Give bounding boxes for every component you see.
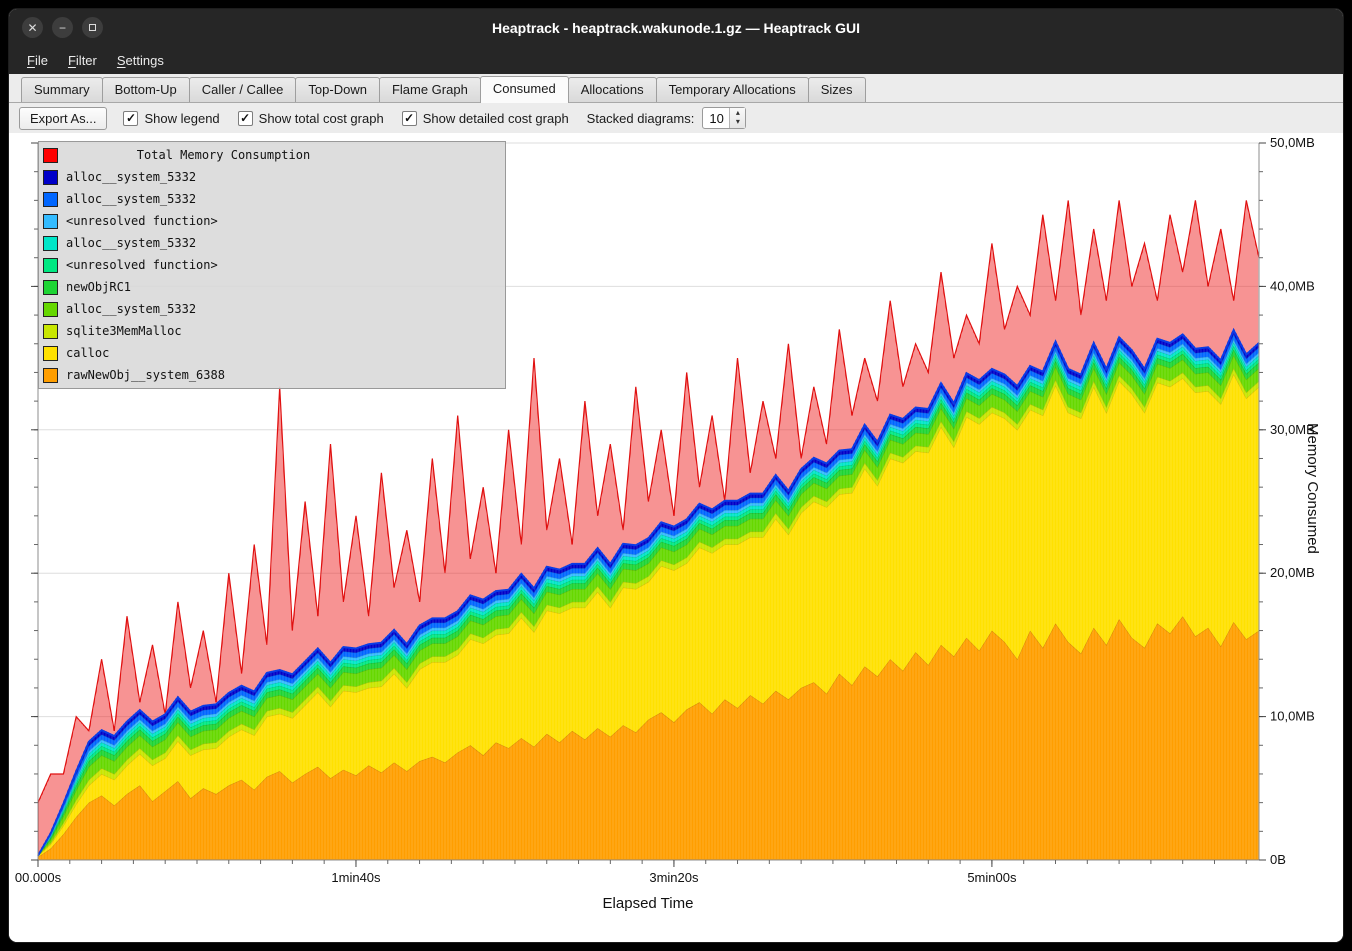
legend-swatch	[43, 170, 58, 185]
legend-title-swatch	[43, 148, 58, 163]
y-axis-title: Memory Consumed	[1304, 423, 1321, 554]
legend-label: calloc	[66, 346, 109, 360]
legend-swatch	[43, 302, 58, 317]
legend-item: alloc__system_5332	[43, 166, 501, 188]
legend-swatch	[43, 258, 58, 273]
legend-item: <unresolved function>	[43, 210, 501, 232]
legend-item: alloc__system_5332	[43, 188, 501, 210]
menu-bar: FileFilterSettings	[9, 46, 1343, 74]
tab-bottom-up[interactable]: Bottom-Up	[102, 77, 190, 102]
stacked-diagrams-label: Stacked diagrams:	[587, 111, 695, 126]
tab-caller-callee[interactable]: Caller / Callee	[189, 77, 297, 102]
legend-item: calloc	[43, 342, 501, 364]
checkbox-icon: ✓	[238, 111, 253, 126]
window-title: Heaptrack - heaptrack.wakunode.1.gz — He…	[492, 20, 860, 36]
menu-filter[interactable]: Filter	[58, 49, 107, 72]
y-tick-label: 0B	[1270, 852, 1286, 867]
y-tick-label: 20,0MB	[1270, 565, 1315, 580]
x-tick-label: 00.000s	[15, 870, 62, 885]
legend-swatch	[43, 324, 58, 339]
legend-swatch	[43, 346, 58, 361]
maximize-icon	[89, 24, 96, 31]
legend-label: alloc__system_5332	[66, 170, 196, 184]
legend-label: <unresolved function>	[66, 258, 218, 272]
tab-sizes[interactable]: Sizes	[808, 77, 866, 102]
maximize-button[interactable]	[82, 17, 103, 38]
legend-label: <unresolved function>	[66, 214, 218, 228]
legend-swatch	[43, 192, 58, 207]
stacked-diagrams-spinner[interactable]: 10 ▴ ▾	[702, 107, 746, 129]
legend-title: Total Memory Consumption	[66, 148, 381, 162]
x-tick-label: 3min20s	[649, 870, 699, 885]
legend-item: sqlite3MemMalloc	[43, 320, 501, 342]
checkbox-icon: ✓	[402, 111, 417, 126]
tab-flame-graph[interactable]: Flame Graph	[379, 77, 481, 102]
spinner-buttons: ▴ ▾	[729, 108, 745, 128]
tab-consumed[interactable]: Consumed	[480, 76, 569, 103]
menu-settings[interactable]: Settings	[107, 49, 174, 72]
minimize-icon: −	[59, 22, 66, 34]
tab-bar: SummaryBottom-UpCaller / CalleeTop-DownF…	[9, 74, 1343, 103]
x-tick-label: 1min40s	[331, 870, 381, 885]
area-hatch-texture	[40, 332, 1258, 859]
legend-items: alloc__system_5332 alloc__system_5332 <unr…	[43, 166, 501, 386]
legend-swatch	[43, 214, 58, 229]
legend-label: sqlite3MemMalloc	[66, 324, 182, 338]
tab-temporary-allocations[interactable]: Temporary Allocations	[656, 77, 809, 102]
spin-down-button[interactable]: ▾	[736, 118, 740, 127]
checkbox-show-detailed-cost-graph[interactable]: ✓ Show detailed cost graph	[402, 111, 569, 126]
toolbar-checkboxes: ✓ Show legend ✓ Show total cost graph ✓ Show …	[123, 111, 568, 126]
legend-label: alloc__system_5332	[66, 192, 196, 206]
export-as-button[interactable]: Export As...	[19, 107, 107, 130]
legend-item: newObjRC1	[43, 276, 501, 298]
checkbox-label: Show legend	[144, 111, 219, 126]
tab-summary[interactable]: Summary	[21, 77, 103, 102]
tab-allocations[interactable]: Allocations	[568, 77, 657, 102]
minimize-button[interactable]: −	[52, 17, 73, 38]
checkbox-show-legend[interactable]: ✓ Show legend	[123, 111, 219, 126]
legend-swatch	[43, 236, 58, 251]
legend-swatch	[43, 368, 58, 383]
checkbox-label: Show total cost graph	[259, 111, 384, 126]
x-axis-title: Elapsed Time	[9, 895, 1287, 912]
tab-top-down[interactable]: Top-Down	[295, 77, 380, 102]
legend-label: rawNewObj__system_6388	[66, 368, 225, 382]
checkbox-label: Show detailed cost graph	[423, 111, 569, 126]
titlebar: ✕ − Heaptrack - heaptrack.wakunode.1.gz …	[9, 9, 1343, 46]
app-window: ✕ − Heaptrack - heaptrack.wakunode.1.gz …	[8, 8, 1344, 943]
close-button[interactable]: ✕	[22, 17, 43, 38]
legend-label: newObjRC1	[66, 280, 131, 294]
x-tick-label: 5min00s	[967, 870, 1017, 885]
legend-label: alloc__system_5332	[66, 302, 196, 316]
checkbox-show-total-cost-graph[interactable]: ✓ Show total cost graph	[238, 111, 384, 126]
checkbox-icon: ✓	[123, 111, 138, 126]
y-tick-label: 40,0MB	[1270, 278, 1315, 293]
legend-item: rawNewObj__system_6388	[43, 364, 501, 386]
stacked-diagrams-value: 10	[703, 108, 729, 128]
window-controls: ✕ −	[22, 17, 103, 38]
chart-legend: Total Memory Consumption alloc__system_5…	[38, 141, 506, 389]
legend-title-row: Total Memory Consumption	[43, 144, 501, 166]
menu-file[interactable]: File	[17, 49, 58, 72]
y-tick-label: 50,0MB	[1270, 135, 1315, 150]
legend-item: alloc__system_5332	[43, 232, 501, 254]
close-icon: ✕	[27, 22, 37, 34]
chart-area: 00.000s 1min40s 3min20s 5min00s 0B 10,0MB 20,0…	[9, 133, 1344, 943]
y-tick-label: 10,0MB	[1270, 709, 1315, 724]
legend-swatch	[43, 280, 58, 295]
legend-item: alloc__system_5332	[43, 298, 501, 320]
legend-item: <unresolved function>	[43, 254, 501, 276]
toolbar: Export As... ✓ Show legend ✓ Show total cos…	[9, 103, 1343, 133]
legend-label: alloc__system_5332	[66, 236, 196, 250]
